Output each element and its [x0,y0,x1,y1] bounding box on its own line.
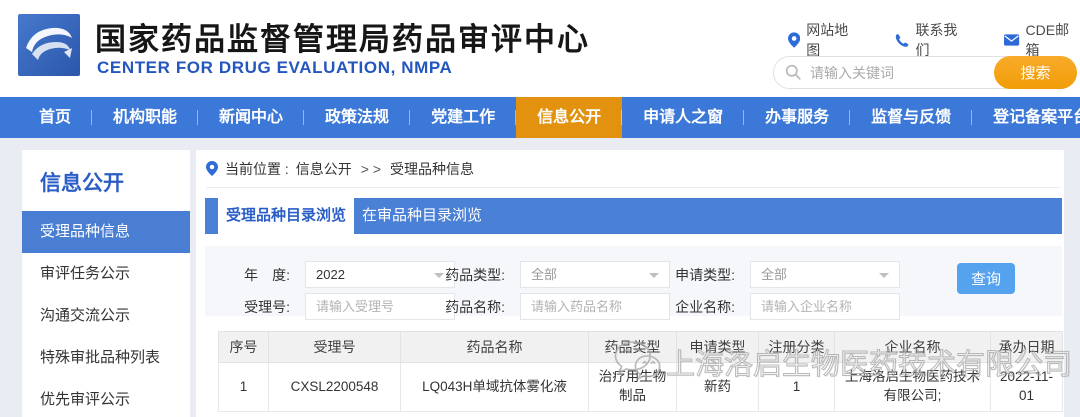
apply-type-label: 申请类型: [665,265,735,285]
cde-website-page: 国家药品监督管理局药品审评中心 CENTER FOR DRUG EVALUATI… [0,0,1080,417]
nav-item-party[interactable]: 党建工作 [410,97,516,138]
drug-type-label: 药品类型: [435,265,505,285]
acceptance-no-label: 受理号: [215,297,290,317]
company-name-label: 企业名称: [665,297,735,317]
cell-drug-type: 治疗用生物制品 [589,363,677,412]
fish-swirl-icon [18,14,80,76]
nav-item-services[interactable]: 办事服务 [744,97,850,138]
mail-icon [1004,34,1019,46]
col-apply-type: 申请类型 [677,332,759,363]
nav-item-news[interactable]: 新闻中心 [198,97,304,138]
main-nav: 首页 机构职能 新闻中心 政策法规 党建工作 信息公开 申请人之窗 办事服务 监… [0,97,1080,138]
breadcrumb-current: 受理品种信息 [390,159,474,179]
sitemap-link[interactable]: 网站地图 [788,20,859,60]
nav-item-supervision[interactable]: 监督与反馈 [850,97,972,138]
sidebar-item-review-tasks[interactable]: 审评任务公示 [22,253,190,295]
header-quick-links: 网站地图 联系我们 CDE邮箱 [788,20,1080,60]
nav-item-info-disclosure[interactable]: 信息公开 [516,97,622,138]
company-name-input[interactable] [750,293,900,320]
breadcrumb-separator: > > [361,161,381,177]
drug-name-label: 药品名称: [435,297,505,317]
sitemap-label: 网站地图 [806,20,859,60]
nav-item-home[interactable]: 首页 [18,97,92,138]
nav-item-registration-platform[interactable]: 登记备案平台 [972,97,1080,138]
location-pin-icon [206,161,218,176]
drug-type-select[interactable]: 全部 [520,261,670,288]
cell-acceptance-no: CXSL2200548 [269,363,401,412]
table-row[interactable]: 1 CXSL2200548 LQ043H单域抗体雾化液 治疗用生物制品 新药 1… [219,363,1063,412]
results-table: 序号 受理号 药品名称 药品类型 申请类型 注册分类 企业名称 承办日期 1 C… [218,331,1063,412]
main-content: 当前位置 : 信息公开 > > 受理品种信息 受理品种目录浏览 在审品种目录浏览… [196,150,1064,417]
drug-name-input[interactable] [520,293,670,320]
cell-serial: 1 [219,363,269,412]
col-drug-name: 药品名称 [401,332,589,363]
contact-link[interactable]: 联系我们 [895,20,968,60]
nav-item-applicant-window[interactable]: 申请人之窗 [622,97,744,138]
tab-accepted-catalog[interactable]: 受理品种目录浏览 [218,198,354,234]
sidebar-item-special-approval[interactable]: 特殊审批品种列表 [22,337,190,379]
sidebar-item-communication[interactable]: 沟通交流公示 [22,295,190,337]
breadcrumb-prefix: 当前位置 : [225,159,289,179]
sidebar-item-accepted-varieties[interactable]: 受理品种信息 [22,211,190,253]
mailbox-link[interactable]: CDE邮箱 [1004,20,1080,60]
col-drug-type: 药品类型 [589,332,677,363]
year-select[interactable]: 2022 [305,261,455,288]
contact-label: 联系我们 [915,20,968,60]
col-acceptance-no: 受理号 [269,332,401,363]
col-serial: 序号 [219,332,269,363]
col-registration-class: 注册分类 [759,332,835,363]
sidebar: 信息公开 受理品种信息 审评任务公示 沟通交流公示 特殊审批品种列表 优先审评公… [22,150,190,417]
search-button[interactable]: 搜索 [994,56,1077,89]
breadcrumb: 当前位置 : 信息公开 > > 受理品种信息 [206,150,1060,188]
tab-under-review-catalog[interactable]: 在审品种目录浏览 [354,198,490,234]
acceptance-no-input[interactable] [305,293,455,320]
breadcrumb-section[interactable]: 信息公开 [296,159,352,179]
cell-drug-name: LQ043H单域抗体雾化液 [401,363,589,412]
cell-date: 2022-11-01 [991,363,1063,412]
phone-icon [895,33,909,48]
sidebar-item-priority-review[interactable]: 优先审评公示 [22,379,190,417]
query-button[interactable]: 查询 [957,263,1015,294]
search-icon [785,64,802,81]
cell-apply-type: 新药 [677,363,759,412]
mailbox-label: CDE邮箱 [1026,20,1080,60]
year-label: 年 度: [215,265,290,285]
header-search: 搜索 [773,56,1077,89]
apply-type-select[interactable]: 全部 [750,261,900,288]
site-subtitle: CENTER FOR DRUG EVALUATION, NMPA [97,58,452,78]
cell-company: 上海洛启生物医药技术有限公司; [835,363,991,412]
table-header-row: 序号 受理号 药品名称 药品类型 申请类型 注册分类 企业名称 承办日期 [219,332,1063,363]
catalog-tabs: 受理品种目录浏览 在审品种目录浏览 [205,198,1062,234]
site-title: 国家药品监督管理局药品审评中心 [95,14,590,59]
cde-logo [18,14,80,76]
filter-panel: 年 度: 2022 药品类型: 全部 申请类型: 全部 受理号: 药品名称: 企… [205,246,1062,316]
cell-registration-class: 1 [759,363,835,412]
sidebar-title: 信息公开 [22,150,190,211]
col-date: 承办日期 [991,332,1063,363]
nav-item-functions[interactable]: 机构职能 [92,97,198,138]
nav-item-policy[interactable]: 政策法规 [304,97,410,138]
map-pin-icon [788,32,800,48]
col-company: 企业名称 [835,332,991,363]
